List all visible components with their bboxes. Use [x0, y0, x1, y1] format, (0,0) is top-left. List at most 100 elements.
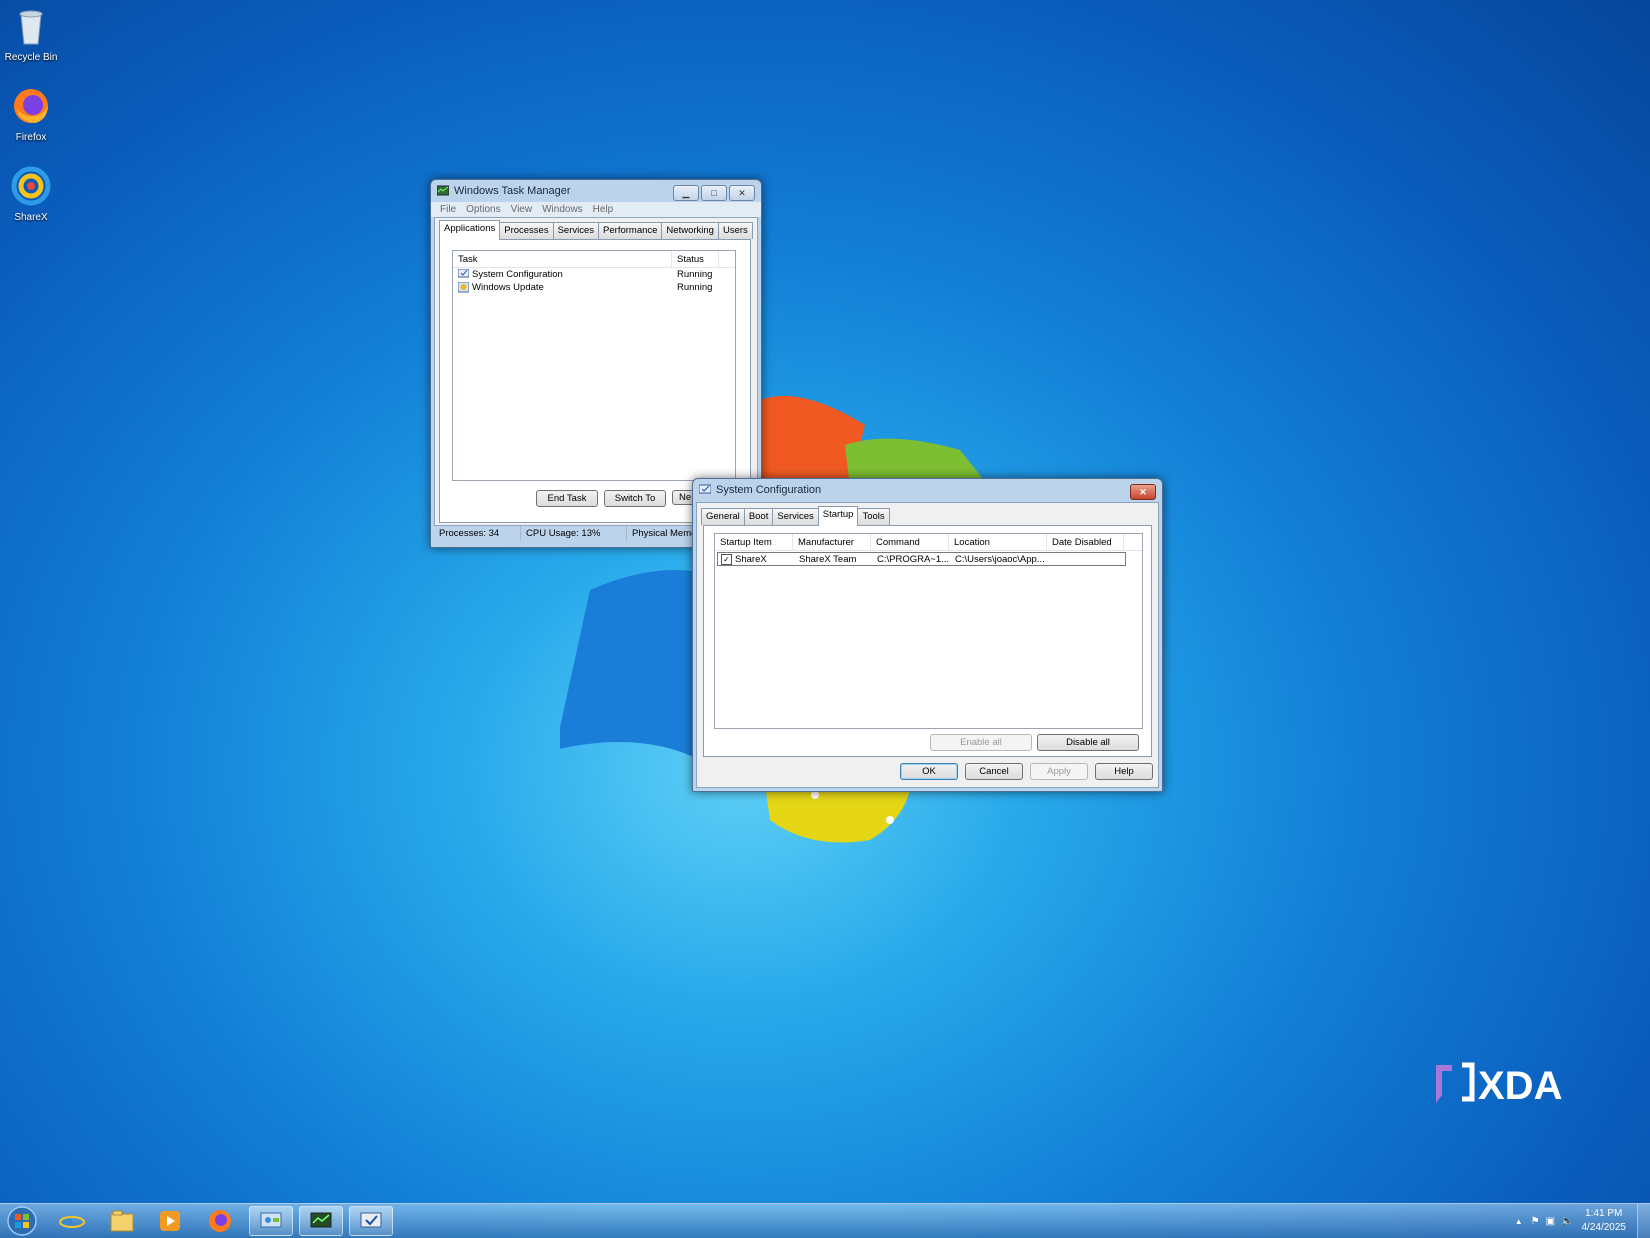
- menu-view[interactable]: View: [506, 204, 538, 215]
- recycle-bin-label: Recycle Bin: [4, 52, 58, 63]
- desktop-icon-recycle-bin[interactable]: Recycle Bin: [0, 6, 62, 63]
- tab-startup[interactable]: Startup: [817, 506, 859, 526]
- show-hidden-icons-icon[interactable]: ▲: [1515, 1217, 1523, 1226]
- taskbar-task-manager[interactable]: [299, 1206, 343, 1236]
- apply-button[interactable]: Apply: [1030, 763, 1088, 780]
- task-list[interactable]: Task Status System Configuration Running: [452, 250, 736, 481]
- clock[interactable]: 1:41 PM 4/24/2025: [1582, 1207, 1627, 1235]
- tab-boot[interactable]: Boot: [743, 508, 774, 525]
- close-icon: ✕: [738, 187, 746, 198]
- startup-item-cell: ✓ ShareX: [718, 553, 794, 565]
- task-name: Windows Update: [472, 282, 544, 293]
- sharex-label: ShareX: [14, 212, 48, 223]
- column-task[interactable]: Task: [453, 251, 672, 267]
- enable-all-button[interactable]: Enable all: [930, 734, 1032, 751]
- svg-text:e: e: [62, 1210, 73, 1234]
- svg-text:XDA: XDA: [1478, 1064, 1562, 1108]
- system-tray: ▲ ⚑ ▣ 🔈 1:41 PM 4/24/2025: [1515, 1204, 1650, 1238]
- show-desktop-button[interactable]: [1637, 1204, 1650, 1238]
- windows-update-icon: [458, 282, 469, 293]
- menu-help[interactable]: Help: [588, 204, 619, 215]
- taskbar-file-explorer[interactable]: [100, 1206, 144, 1236]
- task-manager-app-icon: [437, 185, 449, 196]
- task-status: Running: [677, 282, 713, 293]
- firefox-icon: [14, 89, 48, 123]
- recycle-bin-icon: [19, 10, 43, 45]
- task-cell: Windows Update: [453, 282, 672, 293]
- end-task-button[interactable]: End Task: [536, 490, 598, 507]
- network-icon[interactable]: ▣: [1546, 1216, 1555, 1227]
- tab-users[interactable]: Users: [717, 222, 753, 239]
- task-manager-icon: [310, 1212, 332, 1228]
- task-manager-title: Windows Task Manager: [454, 185, 571, 197]
- tab-applications[interactable]: Applications: [439, 220, 501, 240]
- switch-to-button[interactable]: Switch To: [604, 490, 666, 507]
- menu-options[interactable]: Options: [461, 204, 505, 215]
- control-panel-icon: [260, 1212, 282, 1228]
- task-status: Running: [677, 269, 713, 280]
- disable-all-button[interactable]: Disable all: [1037, 734, 1139, 751]
- tab-services[interactable]: Services: [772, 508, 819, 525]
- volume-icon[interactable]: 🔈: [1561, 1216, 1573, 1227]
- taskbar: e ▲ ⚑ ▣ 🔈 1:41 PM 4/24/2025: [0, 1203, 1650, 1238]
- maximize-icon: □: [711, 188, 717, 198]
- desktop-icon-firefox[interactable]: Firefox: [0, 86, 62, 143]
- media-player-icon: [160, 1211, 180, 1231]
- minimize-button[interactable]: ▁: [673, 185, 699, 201]
- desktop-icon-sharex[interactable]: ShareX: [0, 166, 62, 223]
- taskbar-system-configuration[interactable]: [349, 1206, 393, 1236]
- sharex-icon: [11, 166, 51, 206]
- task-row[interactable]: System Configuration Running: [453, 268, 735, 281]
- system-configuration-titlebar[interactable]: System Configuration: [693, 479, 1162, 501]
- help-button[interactable]: Help: [1095, 763, 1153, 780]
- folder-icon: [110, 1210, 134, 1232]
- system-configuration-window[interactable]: System Configuration ✕ General Boot Serv…: [692, 478, 1163, 792]
- task-name: System Configuration: [472, 269, 563, 280]
- clock-date: 4/24/2025: [1581, 1222, 1627, 1233]
- taskbar-media-player[interactable]: [148, 1206, 192, 1236]
- cancel-button[interactable]: Cancel: [965, 763, 1023, 780]
- menu-windows[interactable]: Windows: [537, 204, 588, 215]
- startup-list[interactable]: Startup Item Manufacturer Command Locati…: [714, 533, 1143, 729]
- internet-explorer-icon: e: [59, 1210, 85, 1234]
- startup-list-header: Startup Item Manufacturer Command Locati…: [715, 534, 1142, 551]
- close-icon: ✕: [1139, 486, 1147, 497]
- menu-file[interactable]: File: [435, 204, 461, 215]
- startup-checkbox[interactable]: ✓: [721, 553, 732, 565]
- tab-services[interactable]: Services: [552, 222, 600, 239]
- column-location[interactable]: Location: [949, 534, 1047, 550]
- column-manufacturer[interactable]: Manufacturer: [793, 534, 871, 550]
- xda-watermark: XDA: [1432, 1061, 1588, 1112]
- taskbar-internet-explorer[interactable]: e: [50, 1206, 94, 1236]
- ok-button[interactable]: OK: [900, 763, 958, 780]
- tab-performance[interactable]: Performance: [598, 222, 663, 239]
- startup-row[interactable]: ✓ ShareX ShareX Team C:\PROGRA~1... C:\U…: [717, 552, 1126, 566]
- close-button[interactable]: ✕: [729, 185, 755, 201]
- column-startup-item[interactable]: Startup Item: [715, 534, 793, 550]
- column-command[interactable]: Command: [871, 534, 949, 550]
- taskbar-firefox[interactable]: [198, 1206, 242, 1236]
- processes-count: Processes: 34: [434, 526, 521, 541]
- system-configuration-title: System Configuration: [716, 484, 822, 496]
- desktop: Recycle Bin Firefox ShareX XDA Windows T…: [0, 0, 1650, 1238]
- task-cell: System Configuration: [453, 269, 672, 280]
- startup-command: C:\PROGRA~1...: [877, 553, 950, 565]
- tab-processes[interactable]: Processes: [499, 222, 554, 239]
- tab-tools[interactable]: Tools: [857, 508, 890, 525]
- maximize-button[interactable]: □: [701, 185, 727, 201]
- startup-manufacturer: ShareX Team: [799, 553, 857, 565]
- firefox-icon: [209, 1210, 231, 1232]
- column-status[interactable]: Status: [672, 251, 719, 267]
- action-center-flag-icon[interactable]: ⚑: [1531, 1216, 1540, 1227]
- task-list-header: Task Status: [453, 251, 735, 268]
- xda-logo-icon: XDA: [1436, 1062, 1562, 1108]
- tab-networking[interactable]: Networking: [661, 222, 719, 239]
- close-button[interactable]: ✕: [1130, 484, 1156, 500]
- system-configuration-client: General Boot Services Startup Tools Star…: [696, 502, 1159, 788]
- column-date-disabled[interactable]: Date Disabled: [1047, 534, 1124, 550]
- task-row[interactable]: Windows Update Running: [453, 281, 735, 294]
- clock-time: 1:41 PM: [1585, 1208, 1623, 1219]
- tab-general[interactable]: General: [701, 508, 745, 525]
- start-button[interactable]: [3, 1205, 41, 1237]
- taskbar-control-panel[interactable]: [249, 1206, 293, 1236]
